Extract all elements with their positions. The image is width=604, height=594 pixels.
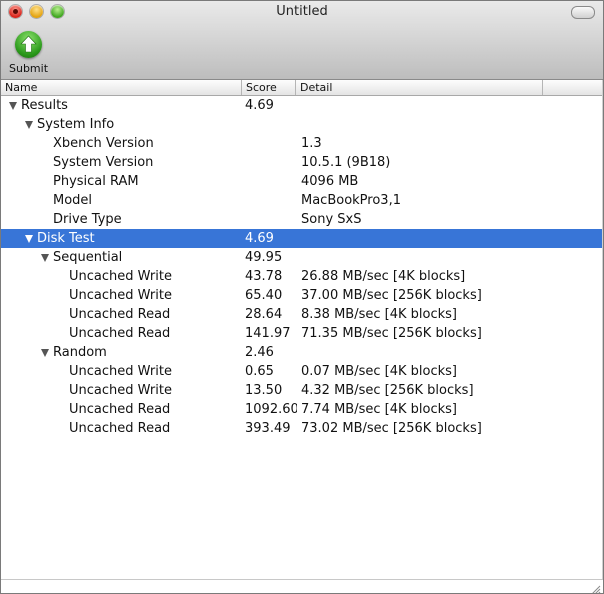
- row-detail: 4.32 MB/sec [256K blocks]: [301, 383, 474, 398]
- table-row[interactable]: Uncached Write 43.78 26.88 MB/sec [4K bl…: [1, 267, 603, 286]
- row-detail: 26.88 MB/sec [4K blocks]: [301, 269, 466, 284]
- row-score: [245, 115, 297, 134]
- table-row[interactable]: Model MacBookPro3,1: [1, 191, 603, 210]
- row-name: Uncached Write: [69, 288, 172, 303]
- table-row[interactable]: System Info: [1, 115, 603, 134]
- row-detail: 37.00 MB/sec [256K blocks]: [301, 288, 482, 303]
- row-score: 4.69: [245, 231, 274, 246]
- row-name: Physical RAM: [53, 174, 139, 189]
- row-score: [245, 191, 297, 210]
- table-row[interactable]: Drive Type Sony SxS: [1, 210, 603, 229]
- bottom-divider: [1, 579, 603, 580]
- row-score: [245, 210, 297, 229]
- window-title: Untitled: [276, 4, 328, 19]
- disclosure-triangle-icon[interactable]: [9, 102, 17, 110]
- row-score: [245, 153, 297, 172]
- column-header-empty: [543, 80, 603, 95]
- submit-button[interactable]: Submit: [9, 31, 49, 75]
- row-score: 0.65: [245, 364, 274, 379]
- row-score: 393.49: [245, 421, 291, 436]
- row-name: Uncached Write: [69, 269, 172, 284]
- row-detail: 8.38 MB/sec [4K blocks]: [301, 307, 457, 322]
- row-name: Results: [21, 98, 68, 113]
- row-name: Uncached Read: [69, 307, 171, 322]
- table-row[interactable]: Uncached Write 13.50 4.32 MB/sec [256K b…: [1, 381, 603, 400]
- row-name: Xbench Version: [53, 136, 154, 151]
- column-header-score[interactable]: Score: [242, 80, 296, 95]
- disclosure-triangle-icon[interactable]: [41, 254, 49, 262]
- column-header-detail[interactable]: Detail: [296, 80, 543, 95]
- resize-grip-icon[interactable]: [590, 580, 601, 593]
- table-row[interactable]: Uncached Read 1092.60 7.74 MB/sec [4K bl…: [1, 400, 603, 419]
- row-detail: 71.35 MB/sec [256K blocks]: [301, 326, 482, 341]
- row-name: Model: [53, 193, 93, 208]
- column-divider: [602, 80, 603, 580]
- table-header: Name Score Detail: [1, 80, 603, 96]
- table-row[interactable]: Uncached Write 65.40 37.00 MB/sec [256K …: [1, 286, 603, 305]
- row-name: System Version: [53, 155, 154, 170]
- table-row[interactable]: Physical RAM 4096 MB: [1, 172, 603, 191]
- results-outline: Results 4.69 System Info Xbench Version …: [1, 96, 603, 438]
- row-score: 2.46: [245, 345, 274, 360]
- table-row[interactable]: Results 4.69: [1, 96, 603, 115]
- row-detail: 1.3: [301, 136, 322, 151]
- row-detail: 0.07 MB/sec [4K blocks]: [301, 364, 457, 379]
- table-row[interactable]: Uncached Read 393.49 73.02 MB/sec [256K …: [1, 419, 603, 438]
- disclosure-triangle-icon[interactable]: [25, 121, 33, 129]
- table-row-selected[interactable]: Disk Test 4.69: [1, 229, 603, 248]
- row-score: 43.78: [245, 269, 283, 284]
- row-score: 13.50: [245, 383, 283, 398]
- row-name: Drive Type: [53, 212, 122, 227]
- upload-arrow-icon: [15, 31, 42, 58]
- row-name: Random: [53, 345, 107, 360]
- table-row[interactable]: Xbench Version 1.3: [1, 134, 603, 153]
- row-detail: 73.02 MB/sec [256K blocks]: [301, 421, 482, 436]
- table-row[interactable]: Uncached Read 141.97 71.35 MB/sec [256K …: [1, 324, 603, 343]
- row-detail: Sony SxS: [301, 212, 362, 227]
- row-score: 141.97: [245, 326, 291, 341]
- row-score: [245, 172, 297, 191]
- row-name: Sequential: [53, 250, 123, 265]
- row-name: Uncached Read: [69, 402, 171, 417]
- row-name: Uncached Write: [69, 383, 172, 398]
- row-score: [245, 134, 297, 153]
- table-row[interactable]: Uncached Write 0.65 0.07 MB/sec [4K bloc…: [1, 362, 603, 381]
- toolbar-toggle-button[interactable]: [571, 6, 595, 19]
- row-detail: 7.74 MB/sec [4K blocks]: [301, 402, 457, 417]
- table-row[interactable]: Random 2.46: [1, 343, 603, 362]
- row-score: 1092.60: [245, 402, 297, 417]
- title-bar: Untitled Submit: [1, 1, 603, 80]
- row-detail: 10.5.1 (9B18): [301, 155, 391, 170]
- submit-label: Submit: [9, 62, 49, 75]
- row-name: Disk Test: [37, 231, 95, 246]
- window: Untitled Submit Name Score Detail Result…: [0, 0, 604, 594]
- row-name: Uncached Read: [69, 421, 171, 436]
- row-score: 49.95: [245, 250, 283, 265]
- table-row[interactable]: System Version 10.5.1 (9B18): [1, 153, 603, 172]
- table-row[interactable]: Uncached Read 28.64 8.38 MB/sec [4K bloc…: [1, 305, 603, 324]
- disclosure-triangle-icon[interactable]: [41, 349, 49, 357]
- row-detail: 4096 MB: [301, 174, 359, 189]
- row-score: 65.40: [245, 288, 283, 303]
- row-detail: MacBookPro3,1: [301, 193, 401, 208]
- row-score: 28.64: [245, 307, 283, 322]
- table-row[interactable]: Sequential 49.95: [1, 248, 603, 267]
- column-header-name[interactable]: Name: [1, 80, 242, 95]
- disclosure-triangle-icon[interactable]: [25, 235, 33, 243]
- row-name: System Info: [37, 117, 115, 132]
- row-name: Uncached Read: [69, 326, 171, 341]
- row-name: Uncached Write: [69, 364, 172, 379]
- row-score: 4.69: [245, 98, 274, 113]
